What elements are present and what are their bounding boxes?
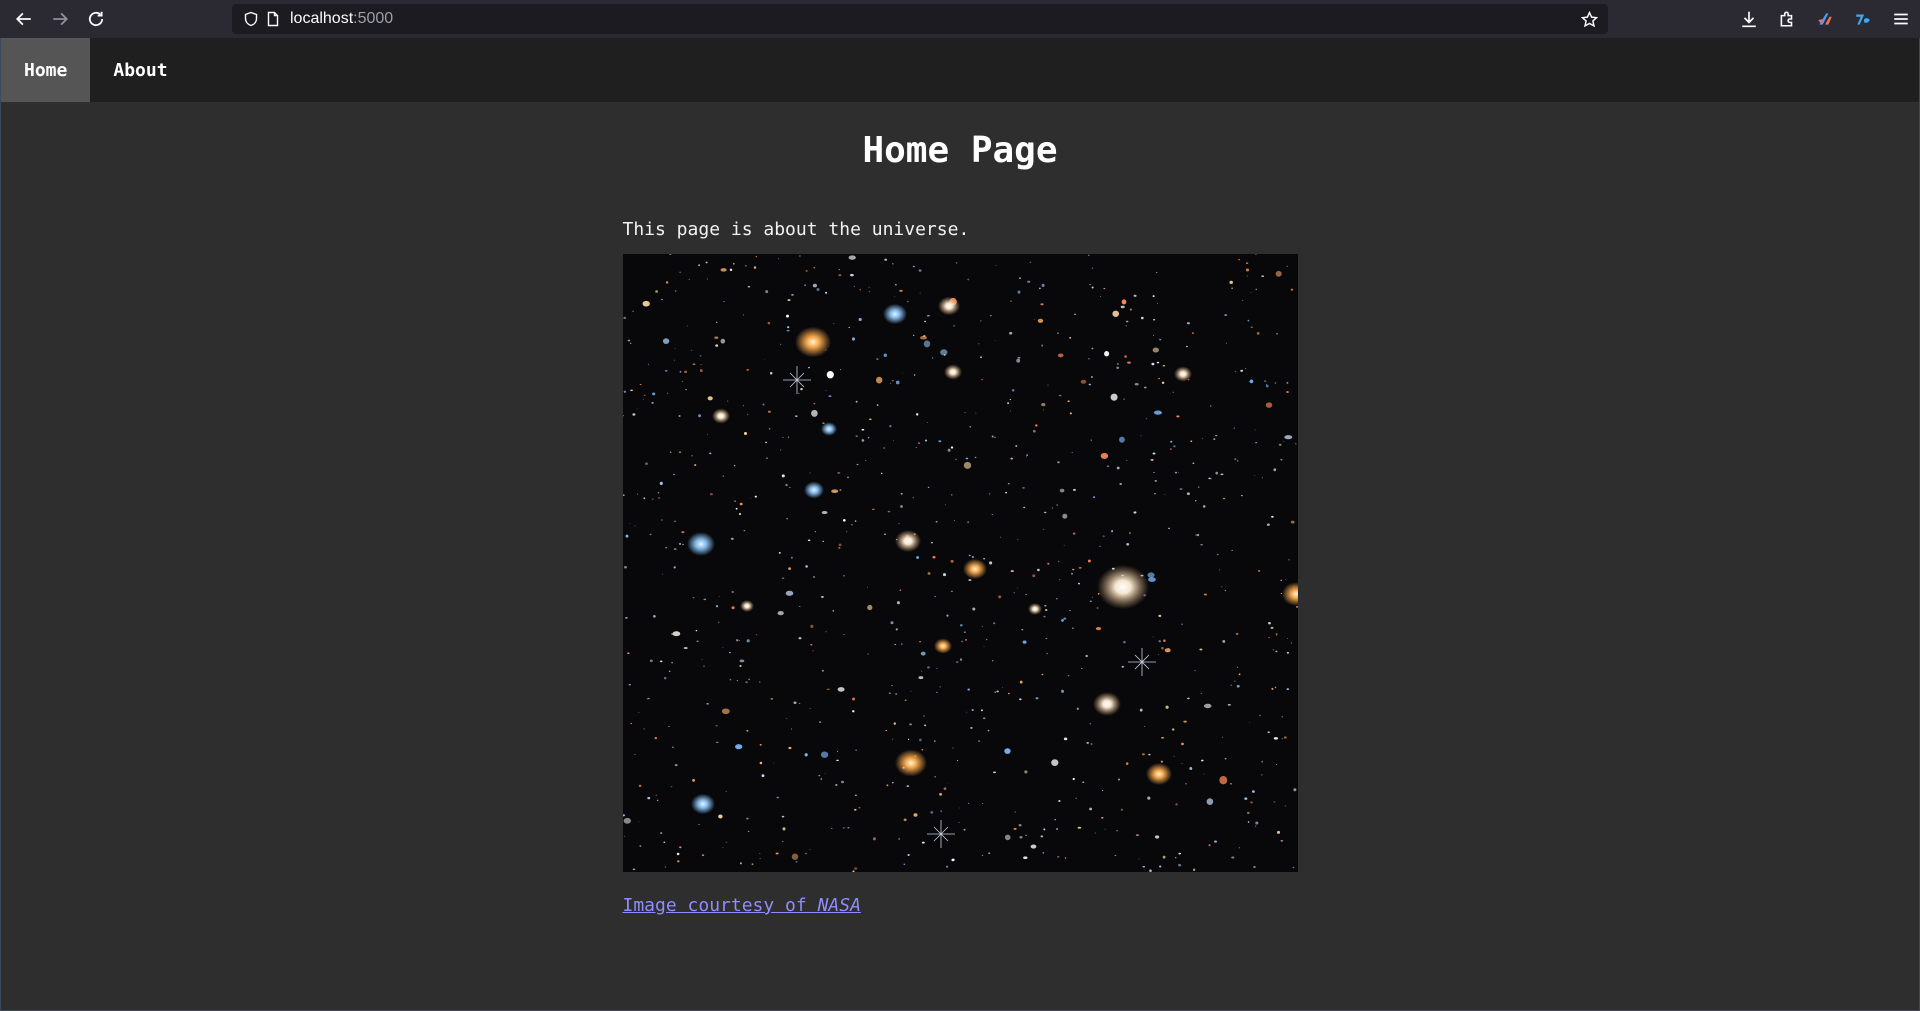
extension-two-button[interactable]	[1844, 1, 1882, 37]
page-title: Home Page	[862, 130, 1058, 171]
site-nav: Home About	[1, 38, 1919, 102]
extensions-button[interactable]	[1768, 1, 1806, 37]
puzzle-icon	[1780, 11, 1793, 27]
back-arrow-icon	[15, 12, 31, 26]
nav-item-home[interactable]: Home	[1, 38, 91, 102]
shield-icon[interactable]	[240, 8, 262, 30]
nav-item-about[interactable]: About	[90, 38, 190, 102]
forward-button[interactable]	[42, 1, 78, 37]
intro-text: This page is about the universe.	[622, 219, 970, 240]
deep-field-image	[622, 254, 1298, 872]
forward-arrow-icon	[53, 12, 69, 26]
extension-one-button[interactable]	[1806, 1, 1844, 37]
back-button[interactable]	[6, 1, 42, 37]
main-content: Home Page This page is about the univers…	[622, 130, 1298, 916]
reload-icon	[88, 11, 104, 27]
download-icon	[1742, 11, 1756, 28]
page-viewport: Home About Home Page This page is about …	[0, 38, 1920, 1011]
bookmark-star-icon[interactable]	[1578, 8, 1600, 30]
nav-buttons	[6, 1, 114, 37]
image-credit-link[interactable]: Image courtesy of NASA	[623, 895, 861, 916]
browser-toolbar: localhost:5000	[0, 0, 1920, 38]
menu-button[interactable]	[1882, 1, 1920, 37]
downloads-button[interactable]	[1730, 1, 1768, 37]
reload-button[interactable]	[78, 1, 114, 37]
url-text[interactable]: localhost:5000	[290, 10, 393, 28]
hamburger-menu-icon	[1894, 13, 1908, 25]
extension-two-icon	[1856, 14, 1870, 25]
extension-one-icon	[1818, 13, 1832, 25]
url-bar[interactable]: localhost:5000	[232, 4, 1608, 34]
toolbar-right	[1730, 0, 1920, 38]
page-icon[interactable]	[262, 8, 284, 30]
